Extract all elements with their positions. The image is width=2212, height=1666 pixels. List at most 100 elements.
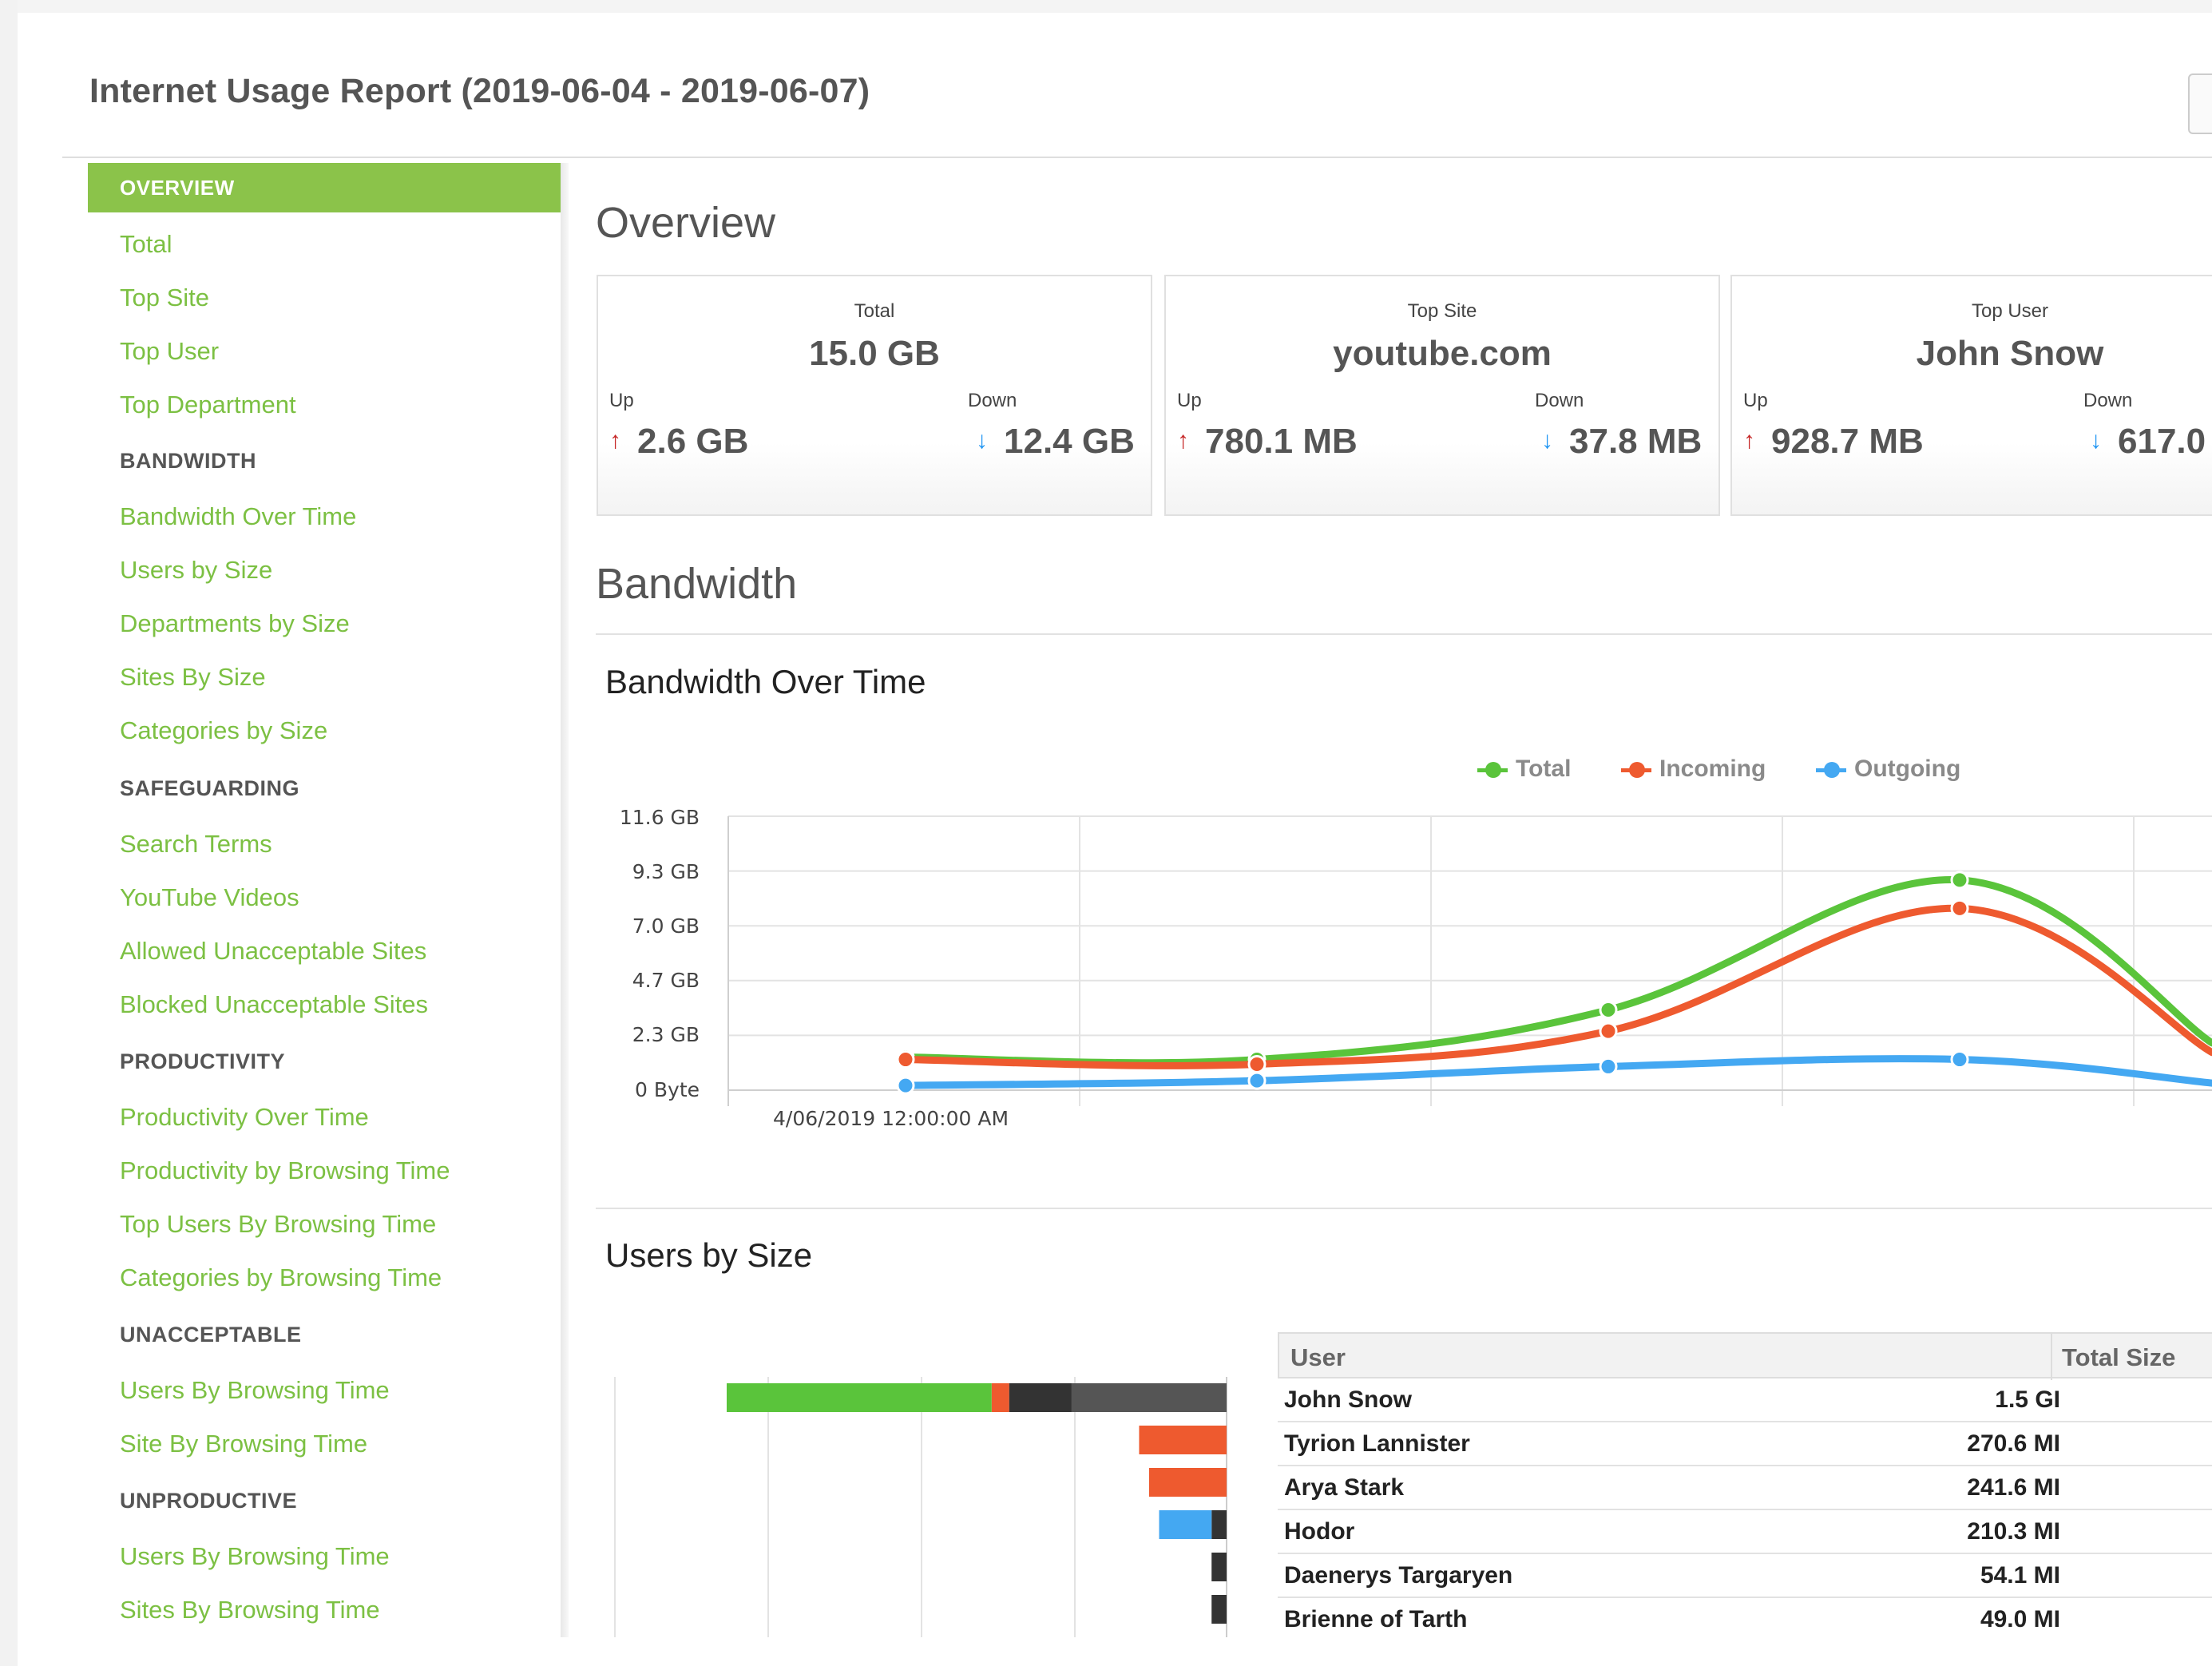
data-point-total [1247,1050,1267,1069]
table-row[interactable]: Daenerys Targaryen 54.1 MI [1278,1554,2212,1598]
sidebar-item-top-user[interactable]: Top User [120,337,219,366]
card-value: youtube.com [1333,334,1552,373]
user-name: Arya Stark [1284,1474,1405,1501]
sidebar-item-bandwidth-over-time[interactable]: Bandwidth Over Time [120,502,356,531]
sidebar-item-top-users-by-browsing-time[interactable]: Top Users By Browsing Time [120,1210,436,1239]
sidebar-item-unproductive-users-by-browsing-time[interactable]: Users By Browsing Time [120,1542,390,1571]
data-point-incoming [1950,898,1969,918]
sidebar-item-unacceptable-users-by-browsing-time[interactable]: Users By Browsing Time [120,1376,390,1405]
sidebar-item-search-terms[interactable]: Search Terms [120,830,272,859]
card-up-value: ↑ 928.7 MB [1743,422,1924,462]
data-point-total [896,1048,915,1067]
series-line-total [902,876,2212,1067]
sidebar-item-top-site[interactable]: Top Site [120,284,209,312]
card-down-value: ↓ 37.8 MB [1541,422,1702,462]
corner-button[interactable] [2188,73,2212,134]
sidebar-item-productivity-by-browsing-time[interactable]: Productivity by Browsing Time [120,1156,450,1185]
user-size: 241.6 MI [1967,1474,2060,1501]
y-tick-label: 9.3 GB [632,860,700,883]
bar-segment [1211,1510,1227,1539]
top-site-card: Top Site youtube.com Up Down ↑ 780.1 MB ↓… [1164,275,1720,516]
legend-label: Incoming [1659,756,1766,782]
sidebar-item-site-by-browsing-time[interactable]: Site By Browsing Time [120,1430,367,1458]
left-shade [0,0,18,1666]
title-divider [62,157,2212,158]
user-size: 1.5 GI [1995,1386,2060,1413]
user-size: 270.6 MI [1967,1430,2060,1457]
data-point-outgoing [1599,1057,1618,1076]
sidebar-item-blocked-unacceptable-sites[interactable]: Blocked Unacceptable Sites [120,990,428,1019]
bar-segment [1211,1595,1227,1624]
sidebar-item-categories-by-browsing-time[interactable]: Categories by Browsing Time [120,1263,442,1292]
card-up-amount: 780.1 MB [1205,422,1358,461]
arrow-up-icon: ↑ [1743,427,1755,454]
table-row[interactable]: Hodor 210.3 MI [1278,1510,2212,1554]
card-down-label: Down [968,390,1017,411]
table-row[interactable]: Arya Stark 241.6 MI [1278,1466,2212,1510]
series-line-incoming [902,904,2212,1069]
card-up-label: Up [1177,390,1202,411]
column-header-user[interactable]: User [1290,1343,1346,1372]
user-size: 49.0 MI [1980,1606,2060,1632]
legend-item-incoming[interactable]: Incoming [1621,756,1766,783]
y-tick-label: 2.3 GB [632,1023,700,1046]
arrow-up-icon: ↑ [1177,427,1189,454]
sidebar-item-sites-by-size[interactable]: Sites By Size [120,663,266,692]
user-name: Daenerys Targaryen [1284,1562,1513,1589]
sidebar-heading-bandwidth: BANDWIDTH [120,449,256,473]
card-down-amount: 617.0 [2118,422,2206,461]
sidebar-item-top-department[interactable]: Top Department [120,391,296,419]
sidebar-divider [561,163,569,1637]
card-up-value: ↑ 780.1 MB [1177,422,1358,462]
card-up-amount: 2.6 GB [637,422,749,461]
data-point-incoming [896,1050,915,1069]
sidebar-item-youtube-videos[interactable]: YouTube Videos [120,883,299,912]
legend-item-total[interactable]: Total [1477,756,1571,783]
legend-item-outgoing[interactable]: Outgoing [1816,756,1960,783]
sidebar-heading-unacceptable: UNACCEPTABLE [120,1323,302,1347]
sidebar-item-productivity-over-time[interactable]: Productivity Over Time [120,1103,369,1132]
card-label: Top User [1971,300,2049,322]
sidebar-item-allowed-unacceptable-sites[interactable]: Allowed Unacceptable Sites [120,937,426,966]
table-row[interactable]: Tyrion Lannister 270.6 MI [1278,1422,2212,1466]
data-point-incoming [1599,1021,1618,1041]
arrow-up-icon: ↑ [609,427,621,454]
sidebar-heading-unproductive: UNPRODUCTIVE [120,1489,298,1513]
bandwidth-divider [596,633,2212,635]
bar-segment [1009,1383,1072,1412]
arrow-down-icon: ↓ [1541,427,1553,454]
bar-segment [727,1383,992,1412]
card-down-value: ↓ 12.4 GB [976,422,1135,462]
user-size: 210.3 MI [1967,1518,2060,1545]
data-point-total [1950,871,1969,890]
x-tick-label: 4/06/2019 12:00:00 AM [773,1107,1009,1130]
sidebar-item-overview[interactable]: OVERVIEW [88,163,567,212]
user-name: Hodor [1284,1518,1355,1545]
sidebar-heading-productivity: PRODUCTIVITY [120,1049,286,1073]
card-down-amount: 12.4 GB [1004,422,1135,461]
bandwidth-over-time-title: Bandwidth Over Time [605,663,926,700]
column-separator [2051,1334,2052,1380]
table-row[interactable]: John Snow 1.5 GI [1278,1378,2212,1422]
report-title: Internet Usage Report (2019-06-04 - 2019… [89,72,870,110]
card-value: John Snow [1916,334,2104,373]
sidebar-item-sites-by-browsing-time[interactable]: Sites By Browsing Time [120,1596,380,1624]
sidebar-item-categories-by-size[interactable]: Categories by Size [120,716,327,745]
data-point-incoming [1247,1054,1267,1073]
arrow-down-icon: ↓ [2090,427,2102,454]
sidebar-item-users-by-size[interactable]: Users by Size [120,556,272,585]
y-tick-label: 7.0 GB [632,914,700,938]
legend-outgoing-icon [1816,762,1846,779]
column-header-total-size[interactable]: Total Size [2062,1343,2175,1372]
y-tick-label: 11.6 GB [619,806,700,829]
arrow-down-icon: ↓ [976,427,988,454]
data-point-outgoing [896,1076,915,1095]
total-card: Total 15.0 GB Up Down ↑ 2.6 GB ↓ 12.4 GB [597,275,1152,516]
user-name: Tyrion Lannister [1284,1430,1470,1457]
sidebar-item-total[interactable]: Total [120,230,172,259]
top-shade [0,0,2212,13]
table-row[interactable]: Brienne of Tarth 49.0 MI [1278,1598,2212,1642]
users-table-header: User Total Size [1278,1332,2212,1380]
top-user-card: Top User John Snow Up Down ↑ 928.7 MB ↓ 61… [1730,275,2212,516]
sidebar-item-departments-by-size[interactable]: Departments by Size [120,609,350,638]
